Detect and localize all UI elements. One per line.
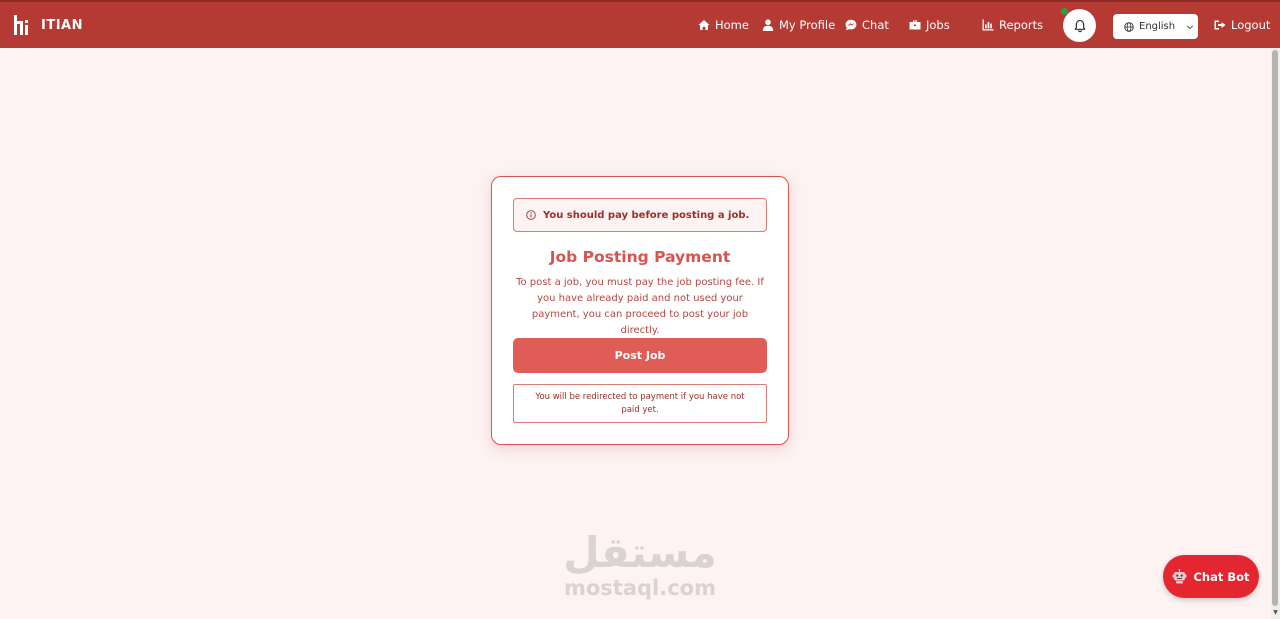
nav-logout-label: Logout: [1231, 18, 1271, 32]
notifications-button[interactable]: [1063, 9, 1096, 42]
nav-my-profile-label: My Profile: [779, 18, 836, 32]
top-navbar: ITIAN Home My Profile Chat Jobs Reports …: [0, 0, 1280, 48]
chevron-down-icon: [1186, 24, 1194, 29]
globe-icon: [1124, 21, 1134, 32]
logout-icon: [1214, 20, 1226, 30]
post-job-button[interactable]: Post Job: [513, 338, 767, 373]
card-title: Job Posting Payment: [549, 248, 731, 266]
chat-bot-button[interactable]: Chat Bot: [1163, 555, 1259, 598]
nav-my-profile[interactable]: My Profile: [762, 2, 835, 48]
watermark-latin: mostaql.com: [564, 576, 716, 600]
chart-icon: [982, 19, 994, 31]
user-icon: [762, 19, 774, 31]
nav-home-label: Home: [715, 18, 749, 32]
home-icon: [698, 20, 710, 30]
language-select[interactable]: English: [1113, 14, 1198, 39]
nav-home[interactable]: Home: [698, 2, 749, 48]
chat-icon: [845, 19, 857, 31]
bell-icon: [1074, 19, 1085, 32]
online-status-dot: [1061, 8, 1068, 15]
redirect-note: You will be redirected to payment if you…: [513, 384, 767, 423]
nav-reports[interactable]: Reports: [982, 2, 1043, 48]
nav-logout[interactable]: Logout: [1214, 2, 1270, 48]
robot-icon: [1172, 569, 1187, 584]
payment-alert: You should pay before posting a job.: [513, 198, 767, 232]
scroll-down-arrow-icon[interactable]: ▼: [1272, 609, 1279, 616]
payment-card: You should pay before posting a job. Job…: [491, 176, 789, 445]
language-select-value: English: [1139, 21, 1176, 32]
nav-chat[interactable]: Chat: [845, 2, 889, 48]
nav-jobs[interactable]: Jobs: [909, 2, 950, 48]
nav-reports-label: Reports: [999, 18, 1044, 32]
nav-chat-label: Chat: [862, 18, 889, 32]
payment-alert-text: You should pay before posting a job.: [543, 209, 750, 221]
watermark-arabic: مستقل: [563, 528, 717, 577]
nav-jobs-label: Jobs: [926, 18, 950, 32]
chat-bot-label: Chat Bot: [1193, 569, 1250, 584]
page-scrollbar-thumb[interactable]: [1272, 50, 1278, 606]
briefcase-icon: [909, 20, 921, 30]
info-icon: [526, 210, 536, 220]
card-description: To post a job, you must pay the job post…: [516, 277, 764, 336]
watermark: مستقل mostaql.com: [540, 528, 740, 601]
